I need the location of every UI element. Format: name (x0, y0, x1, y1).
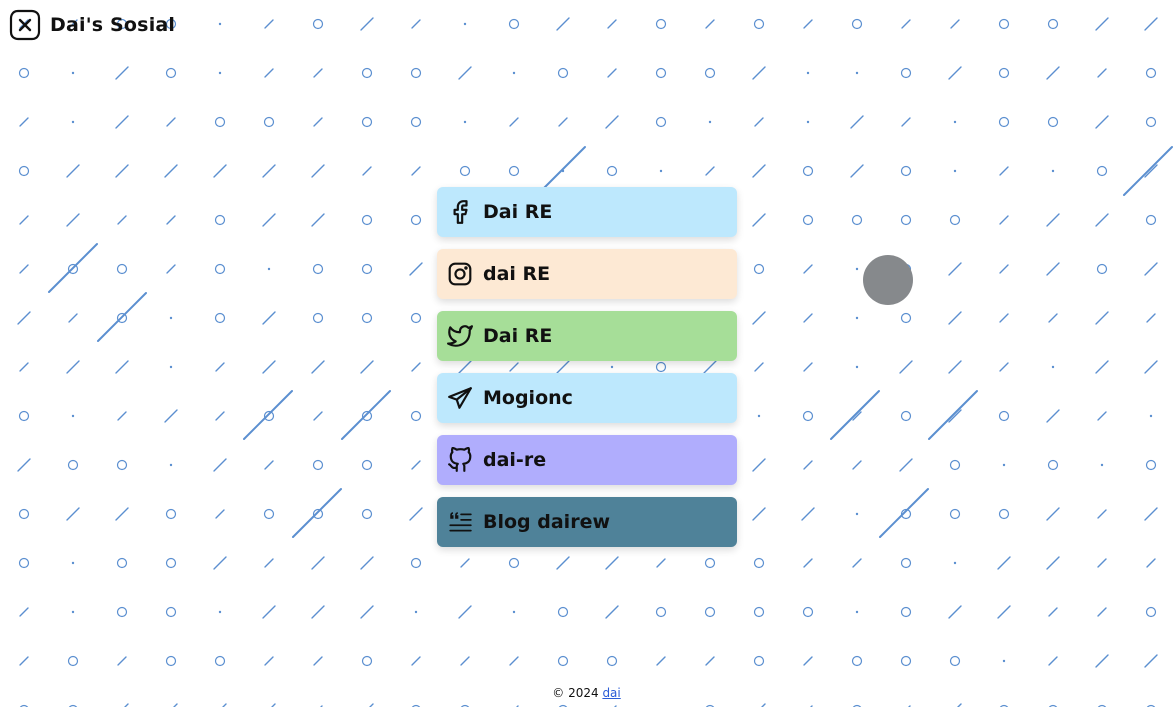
instagram-link-label: dai RE (483, 263, 551, 285)
facebook-link-label: Dai RE (483, 201, 553, 223)
github-icon (447, 447, 473, 473)
close-x-icon[interactable] (8, 8, 42, 42)
header: Dai's Sosial (8, 8, 175, 42)
blog-link-label: Blog dairew (483, 511, 611, 533)
cursor-indicator (863, 255, 913, 305)
twitter-link-button[interactable]: Dai RE (437, 311, 737, 361)
footer: © 2024 dai (0, 686, 1173, 700)
telegram-icon (447, 385, 473, 411)
telegram-link-label: Mogionc (483, 387, 573, 409)
facebook-link-button[interactable]: Dai RE (437, 187, 737, 237)
github-link-button[interactable]: dai-re (437, 435, 737, 485)
blog-quote-icon (447, 509, 473, 535)
site-title[interactable]: Dai's Sosial (50, 14, 175, 36)
copyright-text: © 2024 (552, 686, 599, 700)
telegram-link-button[interactable]: Mogionc (437, 373, 737, 423)
author-link[interactable]: dai (602, 686, 620, 700)
instagram-link-button[interactable]: dai RE (437, 249, 737, 299)
facebook-icon (447, 199, 473, 225)
instagram-icon (447, 261, 473, 287)
page: Dai's Sosial Dai RE dai RE Dai RE Mogion… (0, 0, 1173, 707)
social-links: Dai RE dai RE Dai RE Mogionc dai-re Blog… (437, 187, 737, 559)
blog-link-button[interactable]: Blog dairew (437, 497, 737, 547)
twitter-icon (447, 323, 473, 349)
github-link-label: dai-re (483, 449, 547, 471)
twitter-link-label: Dai RE (483, 325, 553, 347)
